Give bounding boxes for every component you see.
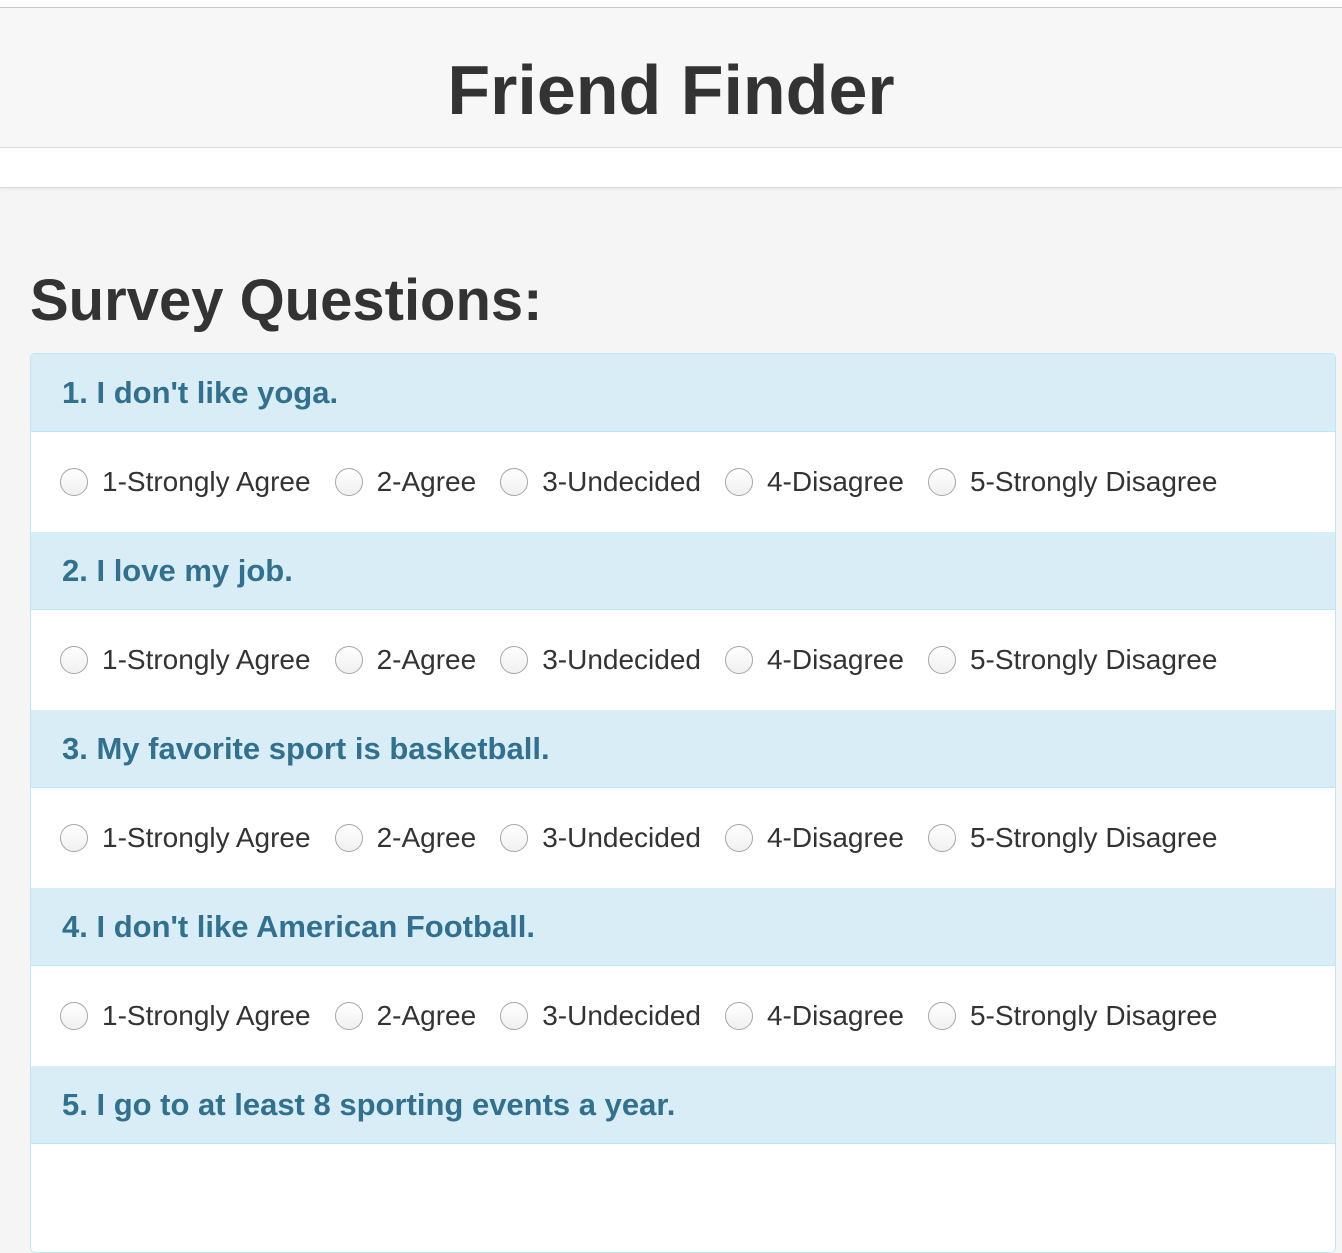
radio-button[interactable] — [927, 468, 956, 496]
survey-panel: 1. I don't like yoga. 1-Strongly Agree 2… — [30, 353, 1336, 1253]
question-heading: 4. I don't like American Football. — [31, 888, 1335, 966]
header-divider-strip — [0, 148, 1342, 188]
question-heading: 5. I go to at least 8 sporting events a … — [31, 1066, 1335, 1144]
radio-button[interactable] — [724, 646, 753, 674]
radio-button[interactable] — [927, 824, 956, 852]
radio-button[interactable] — [334, 468, 363, 496]
radio-button[interactable] — [500, 646, 529, 674]
radio-button[interactable] — [334, 646, 363, 674]
question-label: 5. I go to at least 8 sporting events a … — [62, 1086, 676, 1122]
question-label: 4. I don't like American Football. — [62, 908, 536, 944]
radio-button[interactable] — [724, 1002, 753, 1030]
radio-button[interactable] — [927, 1002, 956, 1030]
radio-button[interactable] — [60, 646, 88, 674]
question-heading: 2. I love my job. — [31, 532, 1335, 610]
question-label: 3. My favorite sport is basketball. — [62, 730, 550, 766]
option-undecided[interactable]: 3-Undecided — [500, 644, 701, 676]
browser-top-edge — [0, 0, 1342, 8]
radio-button[interactable] — [724, 824, 753, 852]
radio-button[interactable] — [500, 468, 529, 496]
option-agree[interactable]: 2-Agree — [334, 466, 477, 498]
radio-button[interactable] — [60, 824, 88, 852]
radio-button[interactable] — [334, 824, 363, 852]
option-label: 5-Strongly Disagree — [969, 644, 1218, 675]
option-label: 4-Disagree — [766, 822, 904, 853]
page-title: Friend Finder — [447, 51, 895, 129]
radio-button[interactable] — [724, 468, 753, 496]
option-label: 4-Disagree — [766, 466, 904, 497]
answer-options: 1-Strongly Agree 2-Agree 3-Undecided 4-D… — [31, 966, 1335, 1066]
radio-button[interactable] — [60, 1002, 88, 1030]
option-label: 3-Undecided — [542, 1000, 701, 1031]
answer-options: 1-Strongly Agree 2-Agree 3-Undecided 4-D… — [31, 788, 1335, 888]
question-heading: 1. I don't like yoga. — [31, 354, 1335, 432]
option-strongly-disagree[interactable]: 5-Strongly Disagree — [927, 644, 1218, 676]
option-label: 3-Undecided — [542, 644, 701, 675]
option-strongly-agree[interactable]: 1-Strongly Agree — [60, 822, 311, 854]
option-strongly-disagree[interactable]: 5-Strongly Disagree — [927, 822, 1218, 854]
option-strongly-agree[interactable]: 1-Strongly Agree — [60, 1000, 311, 1032]
option-strongly-disagree[interactable]: 5-Strongly Disagree — [927, 466, 1218, 498]
option-agree[interactable]: 2-Agree — [334, 1000, 477, 1032]
answer-options — [31, 1144, 1335, 1244]
option-label: 2-Agree — [376, 644, 477, 675]
option-disagree[interactable]: 4-Disagree — [724, 1000, 904, 1032]
option-agree[interactable]: 2-Agree — [334, 822, 477, 854]
question-label: 2. I love my job. — [62, 552, 293, 588]
option-label: 1-Strongly Agree — [102, 1000, 311, 1031]
option-disagree[interactable]: 4-Disagree — [724, 644, 904, 676]
option-label: 1-Strongly Agree — [102, 644, 311, 675]
option-disagree[interactable]: 4-Disagree — [724, 822, 904, 854]
option-label: 2-Agree — [376, 1000, 477, 1031]
option-label: 3-Undecided — [542, 466, 701, 497]
option-undecided[interactable]: 3-Undecided — [500, 466, 701, 498]
option-strongly-agree[interactable]: 1-Strongly Agree — [60, 466, 311, 498]
option-undecided[interactable]: 3-Undecided — [500, 1000, 701, 1032]
option-label: 5-Strongly Disagree — [969, 1000, 1218, 1031]
radio-button[interactable] — [500, 1002, 529, 1030]
option-agree[interactable]: 2-Agree — [334, 644, 477, 676]
option-label: 5-Strongly Disagree — [969, 466, 1218, 497]
radio-button[interactable] — [500, 824, 529, 852]
option-label: 3-Undecided — [542, 822, 701, 853]
answer-options: 1-Strongly Agree 2-Agree 3-Undecided 4-D… — [31, 432, 1335, 532]
survey-title: Survey Questions: — [30, 268, 543, 333]
option-strongly-agree[interactable]: 1-Strongly Agree — [60, 644, 311, 676]
option-label: 1-Strongly Agree — [102, 466, 311, 497]
option-label: 4-Disagree — [766, 644, 904, 675]
radio-button[interactable] — [927, 646, 956, 674]
option-strongly-disagree[interactable]: 5-Strongly Disagree — [927, 1000, 1218, 1032]
option-undecided[interactable]: 3-Undecided — [500, 822, 701, 854]
option-label: 5-Strongly Disagree — [969, 822, 1218, 853]
option-label: 4-Disagree — [766, 1000, 904, 1031]
page-header: Friend Finder — [0, 8, 1342, 148]
option-label: 2-Agree — [376, 822, 477, 853]
option-label: 2-Agree — [376, 466, 477, 497]
radio-button[interactable] — [334, 1002, 363, 1030]
option-disagree[interactable]: 4-Disagree — [724, 466, 904, 498]
radio-button[interactable] — [60, 468, 88, 496]
question-heading: 3. My favorite sport is basketball. — [31, 710, 1335, 788]
question-label: 1. I don't like yoga. — [62, 374, 339, 410]
option-label: 1-Strongly Agree — [102, 822, 311, 853]
answer-options: 1-Strongly Agree 2-Agree 3-Undecided 4-D… — [31, 610, 1335, 710]
